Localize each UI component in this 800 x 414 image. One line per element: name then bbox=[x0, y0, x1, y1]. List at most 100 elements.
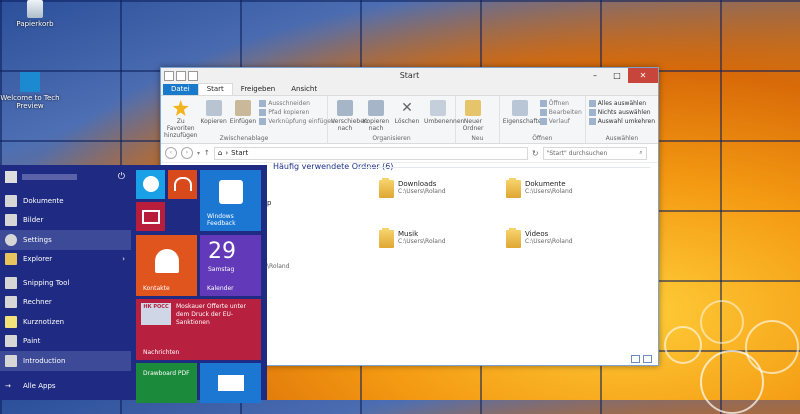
tab-freigeben[interactable]: Freigeben bbox=[233, 84, 283, 95]
menu-item-explorer[interactable]: Explorer › bbox=[0, 250, 131, 270]
new-folder-icon[interactable] bbox=[188, 70, 198, 81]
start-menu: ⏻ Dokumente Bilder Settings Explorer › Sn… bbox=[0, 165, 267, 403]
menu-item-kurznotizen[interactable]: Kurznotizen bbox=[0, 312, 131, 332]
group-label: Öffnen bbox=[532, 135, 553, 142]
back-button[interactable]: ‹ bbox=[165, 147, 177, 159]
folder-icon bbox=[506, 178, 521, 198]
news-image: НК РОСС bbox=[141, 303, 171, 325]
tile-kontakte[interactable]: Kontakte bbox=[136, 235, 197, 296]
desktop-icon-welcome[interactable]: Welcome to Tech Preview bbox=[0, 72, 60, 110]
group-label: Auswählen bbox=[605, 135, 639, 142]
forward-button[interactable]: › bbox=[181, 147, 193, 159]
tile-label: Nachrichten bbox=[143, 349, 180, 356]
address-bar-row: ‹ › ▾ ↑ ⌂ › Start ↻ "Start" durchsuchen … bbox=[161, 144, 658, 163]
chevron-right-icon[interactable]: › bbox=[122, 255, 125, 263]
cut-button[interactable]: Ausschneiden bbox=[259, 100, 335, 107]
tile-nachrichten[interactable]: НК РОСС Moskauer Offerte unter dem Druck… bbox=[136, 299, 261, 360]
tile-skype[interactable] bbox=[136, 170, 165, 199]
tab-datei[interactable]: Datei bbox=[163, 84, 198, 95]
tile-mail[interactable] bbox=[200, 363, 261, 403]
group-organize: Verschieben nach Kopieren nach ✕ Löschen … bbox=[328, 96, 464, 143]
properties-icon bbox=[511, 100, 528, 116]
scissors-icon bbox=[259, 100, 267, 107]
select-none-icon bbox=[588, 109, 596, 116]
folder-icon[interactable] bbox=[164, 70, 174, 81]
group-select: Alles auswählen Nichts auswählen Auswahl… bbox=[586, 96, 658, 143]
introduction-icon bbox=[5, 354, 17, 367]
folder-videos[interactable]: Videos C:\Users\Roland bbox=[506, 228, 573, 248]
paste-shortcut-button[interactable]: Verknüpfung einfügen bbox=[259, 118, 335, 125]
username-redacted bbox=[22, 173, 77, 180]
feedback-icon bbox=[218, 180, 243, 204]
close-button[interactable]: ✕ bbox=[628, 68, 658, 83]
home-icon: ⌂ bbox=[217, 149, 223, 157]
group-open: Eigenschaften Öffnen Bearbeiten Verlauf … bbox=[500, 96, 586, 143]
folder-downloads[interactable]: Downloads C:\Users\Roland bbox=[379, 178, 446, 198]
menu-item-settings[interactable]: Settings bbox=[0, 230, 131, 250]
quick-access-toolbar[interactable] bbox=[161, 70, 198, 81]
move-icon bbox=[337, 100, 353, 116]
edit-button[interactable]: Bearbeiten bbox=[539, 109, 582, 116]
maximize-button[interactable]: □ bbox=[606, 68, 628, 83]
invert-icon bbox=[588, 118, 596, 125]
title-bar[interactable]: Start – □ ✕ bbox=[161, 68, 658, 83]
star-icon bbox=[172, 100, 189, 116]
sticky-notes-icon bbox=[5, 315, 17, 328]
delete-icon: ✕ bbox=[401, 100, 413, 116]
group-label: Zwischenablage bbox=[219, 135, 269, 142]
power-icon[interactable]: ⏻ bbox=[118, 172, 125, 182]
folder-icon bbox=[506, 228, 521, 248]
select-all-icon bbox=[588, 100, 596, 107]
news-headline: Moskauer Offerte unter dem Druck der EU-… bbox=[176, 303, 246, 326]
history-button[interactable]: Verlauf bbox=[539, 118, 582, 125]
select-all-button[interactable]: Alles auswählen bbox=[588, 100, 655, 107]
ribbon: Zu Favoriten hinzufügen Kopieren Einfüge… bbox=[161, 96, 658, 144]
menu-item-snipping-tool[interactable]: Snipping Tool bbox=[0, 273, 131, 293]
menu-item-paint[interactable]: Paint bbox=[0, 332, 131, 352]
invert-selection-button[interactable]: Auswahl umkehren bbox=[588, 118, 655, 125]
refresh-icon[interactable]: ↻ bbox=[532, 149, 539, 158]
desktop-icon-recycle-bin[interactable]: Papierkorb bbox=[5, 0, 65, 28]
menu-item-rechner[interactable]: Rechner bbox=[0, 293, 131, 313]
search-input[interactable]: "Start" durchsuchen ⌕ bbox=[542, 146, 647, 160]
avatar[interactable] bbox=[5, 170, 17, 183]
tile-label: Kontakte bbox=[143, 285, 170, 292]
menu-item-introduction[interactable]: Introduction bbox=[0, 351, 131, 371]
up-button[interactable]: ↑ bbox=[204, 149, 210, 157]
paste-icon bbox=[234, 100, 251, 116]
folder-musik[interactable]: Musik C:\Users\Roland bbox=[379, 228, 446, 248]
select-none-button[interactable]: Nichts auswählen bbox=[588, 109, 655, 116]
minimize-button[interactable]: – bbox=[584, 68, 606, 83]
folder-dokumente[interactable]: Dokumente C:\Users\Roland bbox=[506, 178, 573, 198]
tiles-view-icon[interactable] bbox=[643, 355, 652, 363]
tile-kalender[interactable]: 29 Samstag Kalender bbox=[200, 235, 261, 296]
open-button[interactable]: Öffnen bbox=[539, 100, 582, 107]
shortcut-icon bbox=[259, 118, 267, 125]
details-view-icon[interactable] bbox=[631, 355, 640, 363]
address-bar[interactable]: ⌂ › Start bbox=[213, 146, 528, 160]
history-dropdown-icon[interactable]: ▾ bbox=[197, 150, 200, 157]
group-label: Organisieren bbox=[372, 135, 411, 142]
copy-path-button[interactable]: Pfad kopieren bbox=[259, 109, 335, 116]
tab-ansicht[interactable]: Ansicht bbox=[283, 84, 325, 95]
tab-start[interactable]: Start bbox=[197, 83, 233, 95]
recycle-bin-icon bbox=[27, 0, 43, 18]
tile-drawboard-pdf[interactable]: Drawboard PDF bbox=[136, 363, 197, 403]
menu-item-dokumente[interactable]: Dokumente bbox=[0, 191, 131, 211]
bubble-decoration bbox=[664, 326, 702, 364]
calendar-day: 29 bbox=[208, 239, 236, 264]
partial-folder-path: \Roland bbox=[267, 263, 290, 270]
headphones-icon bbox=[173, 177, 192, 191]
properties-icon[interactable] bbox=[176, 70, 186, 81]
all-apps-button[interactable]: → Alle Apps bbox=[0, 377, 131, 397]
menu-item-bilder[interactable]: Bilder bbox=[0, 211, 131, 231]
search-icon: ⌕ bbox=[639, 149, 643, 156]
open-icon bbox=[539, 100, 547, 107]
view-toggle[interactable] bbox=[631, 355, 652, 363]
history-icon bbox=[539, 118, 547, 125]
video-icon bbox=[141, 210, 160, 224]
gear-icon bbox=[5, 233, 17, 246]
tile-windows-feedback[interactable]: Windows Feedback bbox=[200, 170, 261, 231]
tile-music[interactable] bbox=[168, 170, 197, 199]
tile-video[interactable] bbox=[136, 202, 165, 231]
